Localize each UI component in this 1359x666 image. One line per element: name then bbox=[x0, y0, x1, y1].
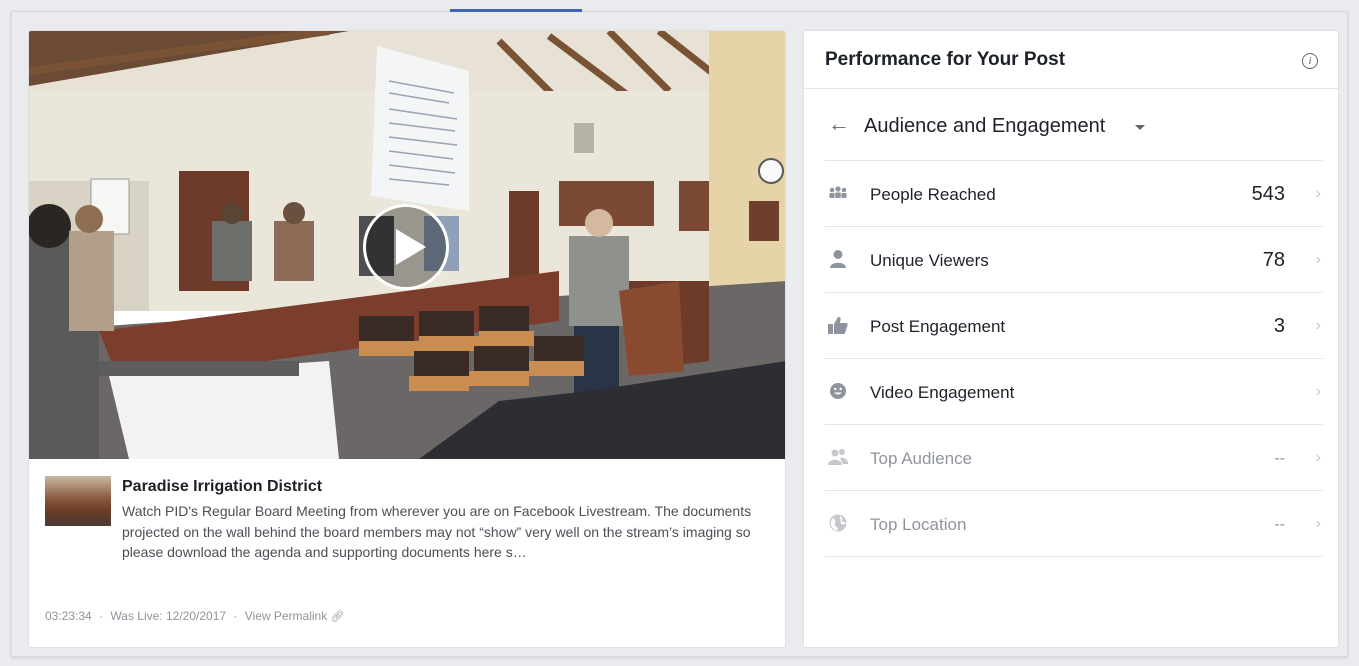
metric-row-unique-viewers[interactable]: Unique Viewers 78 › bbox=[825, 227, 1323, 293]
info-icon[interactable]: i bbox=[1302, 53, 1318, 69]
metric-value: 3 bbox=[1273, 315, 1285, 337]
panel-title: Performance for Your Post bbox=[825, 49, 1066, 70]
post-meta: 03:23:34 · Was Live: 12/20/2017 · View P… bbox=[45, 609, 344, 623]
section-label: Audience and Engagement bbox=[864, 115, 1106, 137]
performance-panel: Performance for Your Post i ← Audience a… bbox=[803, 30, 1339, 648]
metric-value: 543 bbox=[1251, 183, 1285, 205]
page-name-link[interactable]: Paradise Irrigation District bbox=[122, 478, 322, 496]
metric-label: Video Engagement bbox=[870, 383, 1015, 402]
active-tab-indicator bbox=[450, 9, 582, 12]
meta-separator: · bbox=[99, 609, 104, 623]
play-button[interactable] bbox=[363, 204, 449, 290]
chevron-right-icon: › bbox=[1315, 251, 1321, 268]
chevron-right-icon: › bbox=[1315, 383, 1321, 400]
metric-row-post-engagement[interactable]: Post Engagement 3 › bbox=[825, 293, 1323, 359]
smiley-icon bbox=[830, 383, 846, 399]
video-post-card: Paradise Irrigation District Watch PID's… bbox=[28, 30, 786, 648]
performance-header: Performance for Your Post i bbox=[804, 31, 1338, 89]
metric-row-video-engagement[interactable]: Video Engagement › bbox=[825, 359, 1323, 425]
view-permalink-label: View Permalink bbox=[244, 609, 328, 623]
metric-row-top-audience[interactable]: Top Audience -- › bbox=[825, 425, 1323, 491]
back-arrow-icon[interactable]: ← bbox=[828, 111, 850, 137]
metric-label: Top Audience bbox=[870, 449, 973, 468]
link-icon: 🔗︎ bbox=[330, 611, 345, 623]
people-icon bbox=[829, 186, 847, 198]
chevron-right-icon: › bbox=[1315, 449, 1321, 466]
video-duration: 03:23:34 bbox=[45, 609, 92, 623]
view-permalink-link[interactable]: View Permalink 🔗︎ bbox=[245, 609, 344, 623]
play-icon bbox=[396, 229, 426, 265]
metric-value: 78 bbox=[1262, 249, 1285, 271]
audience-icon bbox=[828, 449, 848, 465]
metric-label: Unique Viewers bbox=[870, 251, 989, 270]
metric-row-top-location[interactable]: Top Location -- › bbox=[825, 491, 1323, 557]
chevron-right-icon: › bbox=[1315, 185, 1321, 202]
person-icon bbox=[830, 250, 846, 268]
globe-icon bbox=[829, 514, 847, 532]
metric-label: Top Location bbox=[870, 515, 967, 534]
metric-value: -- bbox=[1274, 450, 1285, 467]
chevron-right-icon: › bbox=[1315, 317, 1321, 334]
thumbs-up-icon bbox=[828, 317, 848, 334]
post-description: Watch PID's Regular Board Meeting from w… bbox=[122, 503, 752, 560]
metric-value: -- bbox=[1274, 516, 1285, 533]
live-date: Was Live: 12/20/2017 bbox=[110, 609, 227, 623]
metric-label: Post Engagement bbox=[870, 317, 1006, 336]
page-thumbnail[interactable] bbox=[45, 476, 111, 526]
metric-label: People Reached bbox=[870, 185, 996, 204]
section-dropdown[interactable]: ← Audience and Engagement bbox=[825, 89, 1323, 161]
chevron-right-icon: › bbox=[1315, 515, 1321, 532]
meta-separator: · bbox=[233, 609, 238, 623]
metrics-list: People Reached 543 › Unique Viewers 78 › bbox=[825, 161, 1323, 557]
video-player[interactable] bbox=[29, 31, 785, 459]
metric-row-people-reached[interactable]: People Reached 543 › bbox=[825, 161, 1323, 227]
caret-down-icon bbox=[1135, 125, 1145, 130]
